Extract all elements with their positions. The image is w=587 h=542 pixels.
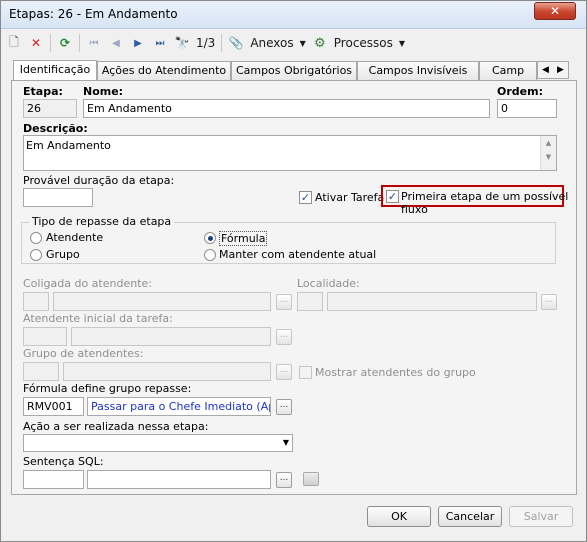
- atendente-browse-button: ...: [276, 329, 292, 345]
- ok-button[interactable]: OK: [367, 506, 431, 527]
- coligada-code-field: [23, 292, 49, 311]
- nome-field[interactable]: Em Andamento: [83, 99, 490, 118]
- descricao-text: Em Andamento: [26, 139, 111, 152]
- previous-record-icon[interactable]: ◀: [105, 32, 127, 54]
- close-button[interactable]: ✕: [534, 2, 576, 20]
- grupo-atendentes-label: Grupo de atendentes:: [23, 347, 144, 360]
- radio-grupo[interactable]: [30, 249, 42, 261]
- title-bar: Etapas: 26 - Em Andamento ✕: [1, 1, 586, 29]
- radio-formula[interactable]: [204, 232, 216, 244]
- grupo-browse-button: ...: [276, 364, 292, 380]
- grupo-name-field: [63, 362, 271, 381]
- cancelar-button[interactable]: Cancelar: [438, 506, 502, 527]
- formula-browse-button[interactable]: ...: [276, 399, 292, 415]
- formula-label: Fórmula define grupo repasse:: [23, 382, 192, 395]
- grupo-code-field: [23, 362, 59, 381]
- chevron-down-icon[interactable]: ▼: [297, 32, 309, 54]
- atendente-inicial-label: Atendente inicial da tarefa:: [23, 312, 173, 325]
- radio-formula-label: Fórmula: [219, 231, 268, 246]
- duracao-field[interactable]: [23, 188, 93, 207]
- radio-manter-label: Manter com atendente atual: [219, 248, 377, 261]
- tab-identificacao[interactable]: Identificação: [13, 60, 97, 81]
- radio-grupo-label: Grupo: [46, 248, 80, 261]
- chevron-down-icon: ▼: [282, 438, 289, 447]
- tipo-repasse-label: Tipo de repasse da etapa: [29, 215, 175, 228]
- tab-scroll-buttons: ◀ ▶: [537, 61, 569, 79]
- first-record-icon[interactable]: ⏮: [83, 32, 105, 54]
- record-position: 1/3: [196, 36, 216, 50]
- chevron-down-icon[interactable]: ▼: [396, 32, 408, 54]
- ordem-label: Ordem:: [497, 85, 543, 98]
- dialog-window: Etapas: 26 - Em Andamento ✕ 🗋 ✕ ⟳ ⏮ ◀ ▶ …: [0, 0, 587, 542]
- descricao-textarea[interactable]: Em Andamento ▲ ▼: [23, 135, 557, 171]
- tab-campos-more[interactable]: Camp: [479, 61, 537, 81]
- next-record-icon[interactable]: ▶: [127, 32, 149, 54]
- sentenca-code-field[interactable]: [23, 470, 84, 489]
- find-icon[interactable]: 🔭: [171, 32, 193, 54]
- coligada-name-field: [53, 292, 271, 311]
- radio-atendente[interactable]: [30, 232, 42, 244]
- sql-editor-icon: [303, 472, 319, 486]
- delete-icon[interactable]: ✕: [25, 32, 47, 54]
- toolbar-separator: [221, 34, 223, 52]
- coligada-browse-button: ...: [276, 294, 292, 310]
- refresh-icon[interactable]: ⟳: [54, 32, 76, 54]
- acao-label: Ação a ser realizada nessa etapa:: [23, 420, 209, 433]
- localidade-code-field: [297, 292, 323, 311]
- atendente-name-field: [71, 327, 271, 346]
- ativar-tarefa-checkbox[interactable]: ✓: [299, 191, 312, 204]
- duracao-label: Provável duração da etapa:: [23, 174, 175, 187]
- paperclip-icon[interactable]: 📎: [225, 32, 247, 54]
- localidade-label: Localidade:: [297, 277, 360, 290]
- tab-acoes-atendimento[interactable]: Ações do Atendimento: [97, 61, 231, 81]
- new-icon[interactable]: 🗋: [3, 32, 25, 54]
- salvar-button: Salvar: [509, 506, 573, 527]
- localidade-name-field: [327, 292, 537, 311]
- tab-campos-invisiveis[interactable]: Campos Invisíveis: [357, 61, 479, 81]
- primeira-etapa-label: Primeira etapa de um possível fluxo: [401, 190, 569, 216]
- window-title: Etapas: 26 - Em Andamento: [9, 7, 178, 21]
- descricao-label: Descrição:: [23, 122, 88, 135]
- descricao-scrollbar[interactable]: ▲ ▼: [540, 136, 556, 170]
- formula-description-field[interactable]: Passar para o Chefe Imediato (Aprovador): [87, 397, 271, 416]
- sentenca-browse-button[interactable]: ...: [276, 472, 292, 488]
- etapa-field: 26: [23, 99, 77, 118]
- mostrar-atendentes-checkbox: [299, 366, 312, 379]
- radio-manter[interactable]: [204, 249, 216, 261]
- atendente-code-field: [23, 327, 67, 346]
- primeira-etapa-checkbox[interactable]: ✓: [386, 190, 399, 203]
- sentenca-description-field[interactable]: [87, 470, 271, 489]
- acao-select[interactable]: ▼: [23, 434, 293, 452]
- toolbar-separator: [79, 34, 80, 52]
- coligada-label: Coligada do atendente:: [23, 277, 152, 290]
- localidade-browse-button: ...: [541, 294, 557, 310]
- tab-scroll-left-icon[interactable]: ◀: [542, 65, 549, 75]
- radio-atendente-label: Atendente: [46, 231, 104, 244]
- processos-menu-label[interactable]: Processos: [331, 32, 396, 54]
- sentenca-sql-label: Sentença SQL:: [23, 455, 104, 468]
- tab-campos-obrigatorios[interactable]: Campos Obrigatórios: [231, 61, 357, 81]
- anexos-menu-label[interactable]: Anexos: [247, 32, 296, 54]
- formula-code-field[interactable]: RMV001: [23, 397, 84, 416]
- mostrar-atendentes-label: Mostrar atendentes do grupo: [315, 366, 476, 379]
- toolbar: 🗋 ✕ ⟳ ⏮ ◀ ▶ ⏭ 🔭 1/3 📎 Anexos ▼ ⚙ Process…: [3, 30, 584, 56]
- toolbar-separator: [50, 34, 51, 52]
- ordem-field[interactable]: 0: [497, 99, 557, 118]
- last-record-icon[interactable]: ⏭: [149, 32, 171, 54]
- tab-scroll-right-icon[interactable]: ▶: [557, 65, 564, 75]
- processos-icon[interactable]: ⚙: [309, 32, 331, 54]
- nome-label: Nome:: [83, 85, 124, 98]
- ativar-tarefa-label: Ativar Tarefa: [315, 191, 385, 204]
- etapa-label: Etapa:: [23, 85, 63, 98]
